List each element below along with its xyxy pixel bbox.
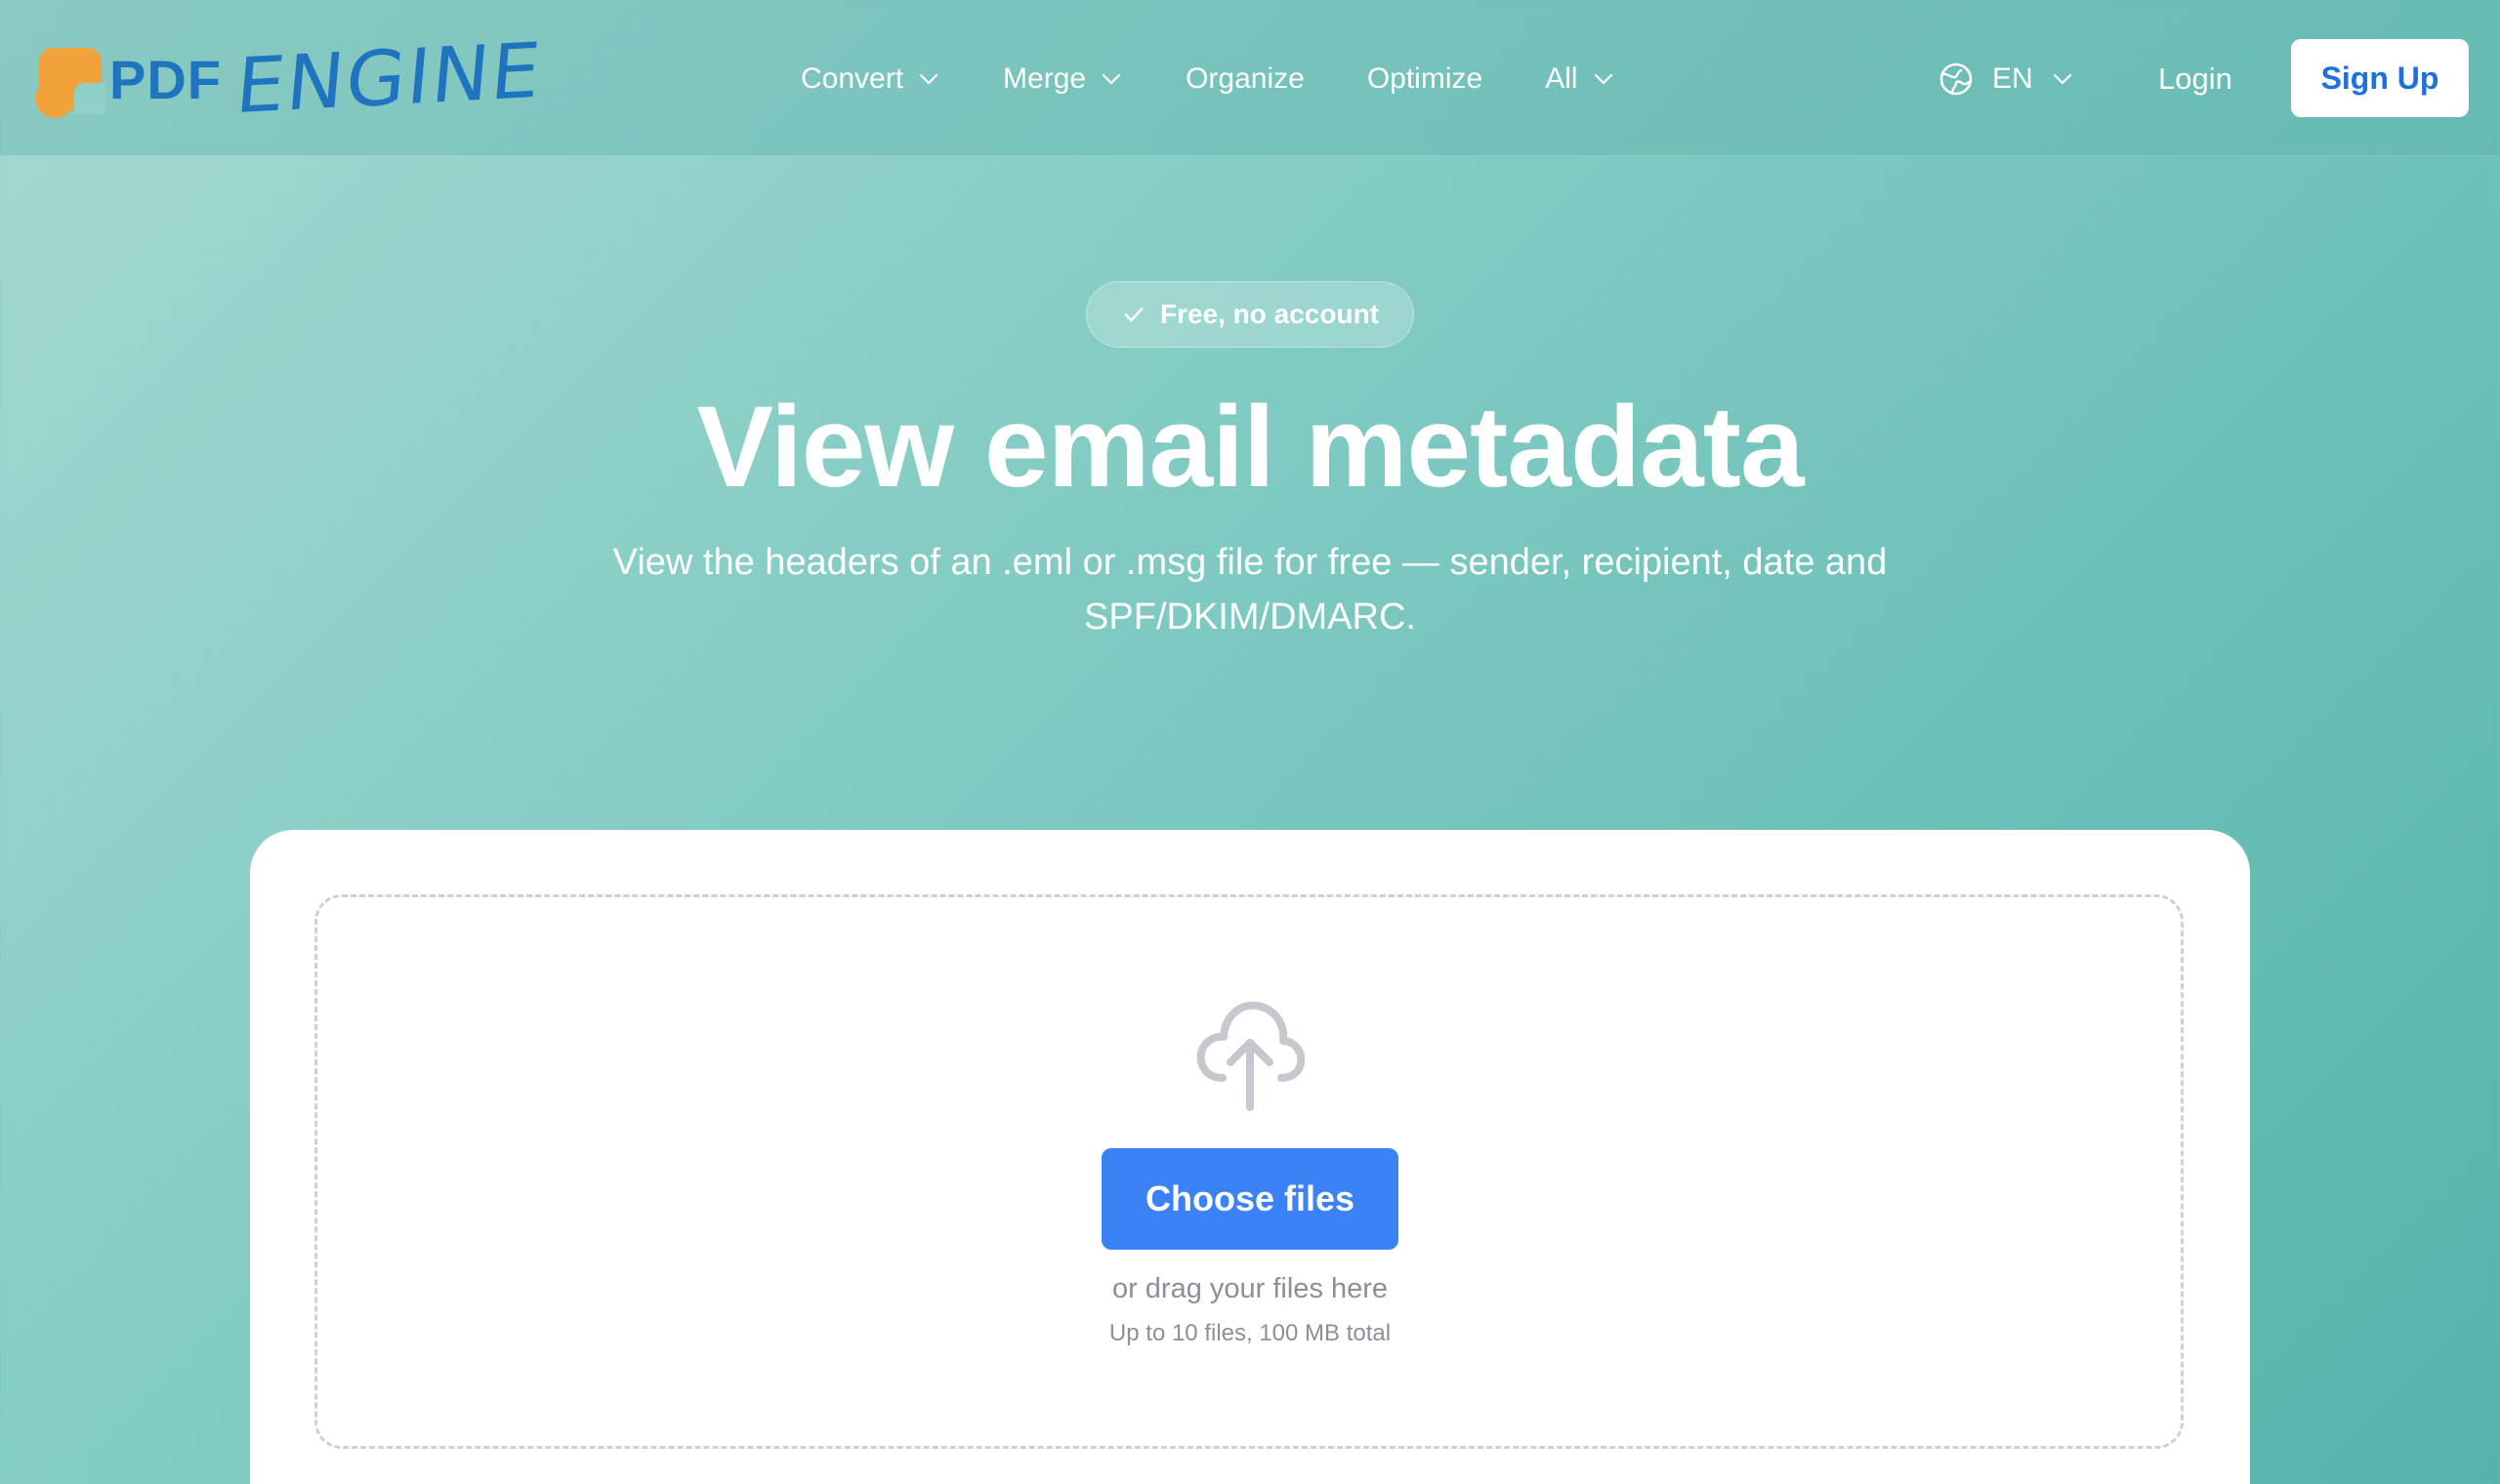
nav-item-convert[interactable]: Convert <box>801 62 940 96</box>
drag-hint: or drag your files here <box>1111 1273 1389 1304</box>
page-subtitle: View the headers of an .eml or .msg file… <box>612 542 1888 638</box>
free-badge: Free, no account <box>1086 281 1414 348</box>
chevron-down-icon <box>1102 73 1121 85</box>
nav-item-optimize[interactable]: Optimize <box>1367 62 1482 96</box>
choose-files-button[interactable]: Choose files <box>1102 1148 1398 1250</box>
signup-button[interactable]: Sign Up <box>2291 39 2469 117</box>
nav-item-label: Organize <box>1186 62 1305 95</box>
logo-text-engine: ENGINE <box>232 26 546 132</box>
badge-label: Free, no account <box>1159 299 1380 329</box>
nav-item-merge[interactable]: Merge <box>1003 62 1123 96</box>
cloud-upload-icon <box>1196 1001 1305 1111</box>
language-label: EN <box>1992 62 2033 95</box>
check-icon <box>1124 308 1144 322</box>
nav-item-label: Merge <box>1003 62 1087 95</box>
globe-icon <box>1939 62 1973 96</box>
nav-item-label: Convert <box>801 62 904 95</box>
site-header: PDF ENGINE Convert Merge Organize Optimi… <box>0 0 2500 156</box>
logo-text-pdf: PDF <box>109 48 222 110</box>
chevron-down-icon <box>919 73 938 85</box>
nav-item-organize[interactable]: Organize <box>1186 62 1305 96</box>
upload-limit-note: Up to 10 files, 100 MB total <box>1108 1320 1392 1346</box>
logo-mark-icon <box>35 44 105 118</box>
nav-item-all[interactable]: All <box>1545 62 1614 96</box>
chevron-down-icon <box>1594 73 1612 85</box>
chevron-down-icon <box>2053 73 2071 85</box>
main-nav: Convert Merge Organize Optimize All <box>801 55 1678 103</box>
page-title: View email metadata <box>696 383 1804 512</box>
logo[interactable]: PDF ENGINE <box>35 27 546 131</box>
nav-item-label: All <box>1545 62 1578 95</box>
nav-item-label: Optimize <box>1366 62 1483 95</box>
login-link[interactable]: Login <box>2158 55 2232 103</box>
language-selector[interactable]: EN <box>1938 55 2074 103</box>
